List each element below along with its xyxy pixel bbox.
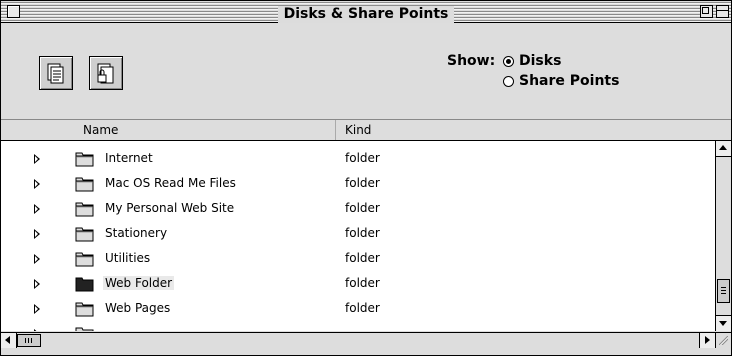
radio-button[interactable] bbox=[503, 75, 514, 87]
vertical-scroll-thumb[interactable] bbox=[717, 279, 730, 303]
horizontal-scrollbar[interactable] bbox=[1, 332, 715, 348]
disclosure-triangle-icon[interactable] bbox=[34, 254, 40, 264]
item-name: Mac OS Read Me Files bbox=[105, 176, 236, 190]
radio-share-points-label: Share Points bbox=[519, 73, 620, 89]
scroll-left-arrow-icon[interactable] bbox=[1, 333, 17, 348]
list-item-partial[interactable] bbox=[1, 321, 715, 331]
share-button[interactable] bbox=[89, 56, 123, 90]
list-item[interactable]: Mac OS Read Me Files folder bbox=[1, 171, 715, 196]
scroll-down-arrow-icon[interactable] bbox=[716, 315, 731, 331]
item-kind: folder bbox=[345, 301, 380, 315]
disclosure-triangle-icon[interactable] bbox=[34, 204, 40, 214]
folder-icon bbox=[75, 302, 94, 317]
folder-icon bbox=[75, 202, 94, 217]
scroll-right-arrow-icon[interactable] bbox=[699, 333, 715, 348]
disclosure-triangle-icon[interactable] bbox=[34, 229, 40, 239]
column-header-kind[interactable]: Kind bbox=[345, 123, 371, 137]
item-kind: folder bbox=[345, 176, 380, 190]
item-kind: folder bbox=[345, 276, 380, 290]
item-kind: folder bbox=[345, 251, 380, 265]
disclosure-triangle-icon[interactable] bbox=[34, 304, 40, 314]
column-header-name[interactable]: Name bbox=[83, 123, 118, 137]
radio-disks[interactable]: Disks bbox=[503, 53, 561, 69]
radio-disks-label: Disks bbox=[519, 53, 562, 69]
resize-grow-box[interactable] bbox=[715, 332, 731, 348]
window-title: Disks & Share Points bbox=[277, 6, 455, 23]
list-item[interactable]: My Personal Web Site folder bbox=[1, 196, 715, 221]
share-document-icon bbox=[97, 63, 114, 84]
zoom-box[interactable] bbox=[700, 5, 713, 18]
disclosure-triangle-icon[interactable] bbox=[34, 329, 40, 331]
folder-icon bbox=[75, 177, 94, 192]
disks-share-points-window: Disks & Share Points Show: Disks Share P… bbox=[0, 0, 732, 356]
folder-icon bbox=[75, 227, 94, 242]
item-name: Stationery bbox=[105, 226, 168, 240]
item-kind: folder bbox=[345, 151, 380, 165]
disclosure-triangle-icon[interactable] bbox=[34, 179, 40, 189]
show-label: Show: bbox=[447, 53, 496, 69]
disclosure-triangle-icon[interactable] bbox=[34, 154, 40, 164]
title-bar[interactable]: Disks & Share Points bbox=[1, 1, 731, 23]
item-kind: folder bbox=[345, 226, 380, 240]
folder-selected-icon bbox=[75, 277, 94, 292]
list-item[interactable]: Utilities folder bbox=[1, 246, 715, 271]
list-header: Name Kind bbox=[1, 120, 731, 141]
horizontal-scroll-thumb[interactable] bbox=[17, 334, 41, 347]
folder-icon bbox=[75, 252, 94, 267]
toolbar: Show: Disks Share Points bbox=[1, 23, 731, 120]
list-item[interactable]: Stationery folder bbox=[1, 221, 715, 246]
scroll-up-arrow-icon[interactable] bbox=[716, 141, 731, 157]
item-name: Utilities bbox=[105, 251, 151, 265]
document-info-button[interactable] bbox=[39, 56, 73, 90]
item-name: Internet bbox=[105, 151, 153, 165]
list-item[interactable]: Internet folder bbox=[1, 146, 715, 171]
collapse-box[interactable] bbox=[716, 5, 729, 18]
document-icon bbox=[47, 63, 64, 84]
column-divider bbox=[335, 120, 336, 140]
radio-button-selected[interactable] bbox=[503, 55, 514, 67]
disclosure-triangle-icon[interactable] bbox=[34, 279, 40, 289]
list-item[interactable]: Web Pages folder bbox=[1, 296, 715, 321]
item-name: Web Pages bbox=[105, 301, 171, 315]
file-list: Internet folder Mac OS Read Me Files fol… bbox=[1, 141, 715, 331]
folder-icon bbox=[75, 327, 94, 331]
list-item-selected[interactable]: Web Folder folder bbox=[1, 271, 715, 296]
item-name: Web Folder bbox=[103, 276, 175, 290]
radio-share-points[interactable]: Share Points bbox=[503, 73, 619, 89]
item-kind: folder bbox=[345, 201, 380, 215]
vertical-scrollbar[interactable] bbox=[715, 141, 731, 331]
folder-icon bbox=[75, 152, 94, 167]
item-name: My Personal Web Site bbox=[105, 201, 235, 215]
